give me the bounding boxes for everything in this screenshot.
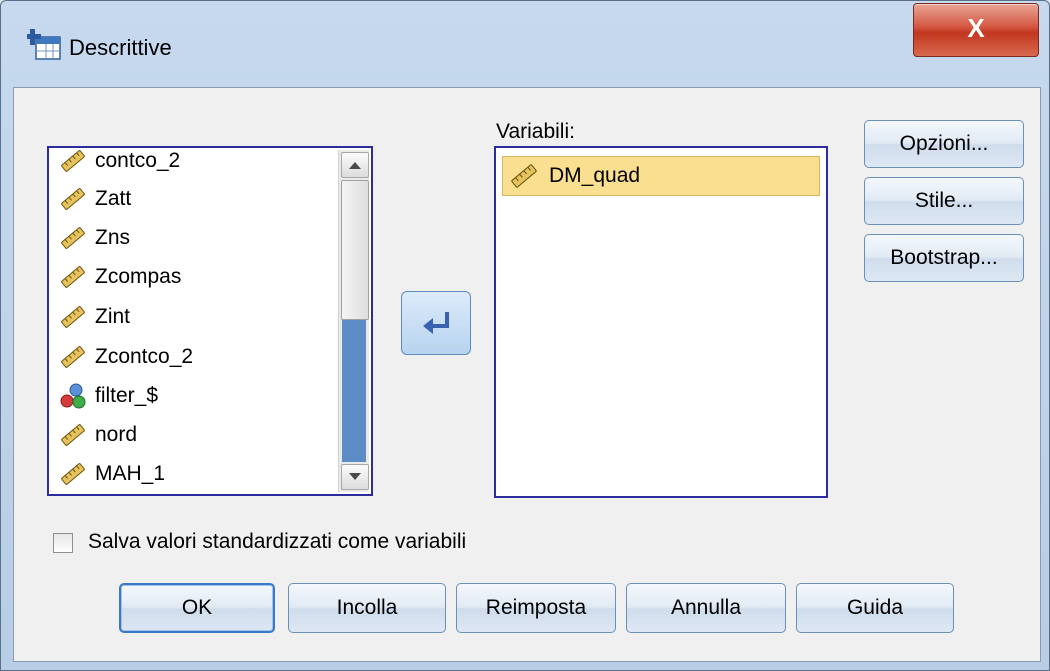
list-item-label: Zcompas xyxy=(95,265,182,288)
scale-ruler-icon xyxy=(61,227,85,249)
scale-ruler-icon xyxy=(61,188,85,210)
bootstrap-button[interactable]: Bootstrap... xyxy=(864,234,1024,282)
target-variable-list[interactable]: DM_quad xyxy=(494,146,828,498)
source-variable-list[interactable]: contco_2 Zatt Zns Zcompas Zint Zcontco_2… xyxy=(47,146,373,496)
save-standardized-label: Salva valori standardizzati come variabi… xyxy=(88,530,467,553)
nominal-balls-icon xyxy=(60,383,86,409)
list-item[interactable]: Zcompas xyxy=(59,258,181,296)
arrow-down-icon xyxy=(349,473,361,480)
scroll-down-button[interactable] xyxy=(341,464,369,490)
vertical-scrollbar[interactable] xyxy=(338,150,369,492)
paste-button[interactable]: Incolla xyxy=(288,583,446,633)
options-button[interactable]: Opzioni... xyxy=(864,120,1024,168)
save-standardized-checkbox[interactable] xyxy=(53,533,73,553)
list-item[interactable]: MAH_1 xyxy=(59,455,165,493)
descriptives-app-icon xyxy=(27,29,61,60)
scale-ruler-icon xyxy=(61,424,85,446)
scroll-thumb[interactable] xyxy=(341,180,369,320)
list-item-label: Zns xyxy=(95,226,131,249)
list-item-label: Zint xyxy=(95,305,131,328)
list-item-label: nord xyxy=(95,423,138,446)
list-item-label: Zcontco_2 xyxy=(95,345,194,368)
list-item-label: contco_2 xyxy=(95,149,181,172)
curved-arrow-left-icon xyxy=(423,312,449,334)
close-button[interactable]: X xyxy=(913,3,1039,57)
list-item-label: filter_$ xyxy=(95,384,159,407)
scale-ruler-icon xyxy=(61,346,85,368)
selected-variable-item[interactable]: DM_quad xyxy=(502,156,820,196)
style-button[interactable]: Stile... xyxy=(864,177,1024,225)
scale-ruler-icon xyxy=(61,306,85,328)
title-bar[interactable]: Descrittive X xyxy=(1,1,1049,87)
scale-ruler-icon xyxy=(61,266,85,288)
list-item-label: DM_quad xyxy=(549,164,641,187)
move-variable-button[interactable] xyxy=(401,291,471,355)
list-item[interactable]: filter_$ xyxy=(59,377,158,415)
help-button[interactable]: Guida xyxy=(796,583,954,633)
scroll-up-button[interactable] xyxy=(341,152,369,178)
list-item[interactable]: Zatt xyxy=(59,180,131,218)
list-item[interactable]: Zint xyxy=(59,298,130,336)
scale-ruler-icon xyxy=(511,164,537,188)
list-item-label: Zatt xyxy=(95,187,132,210)
list-item-label: MAH_1 xyxy=(95,462,166,485)
cancel-button[interactable]: Annulla xyxy=(626,583,786,633)
arrow-up-icon xyxy=(349,162,361,169)
list-item[interactable]: nord xyxy=(59,416,137,454)
scale-ruler-icon xyxy=(61,150,85,172)
reset-button[interactable]: Reimposta xyxy=(456,583,616,633)
list-item[interactable]: Zcontco_2 xyxy=(59,338,193,376)
scale-ruler-icon xyxy=(61,463,85,485)
variables-label: Variabili: xyxy=(496,120,575,143)
ok-button[interactable]: OK xyxy=(119,583,275,633)
list-item[interactable]: contco_2 xyxy=(59,148,181,180)
dialog-title: Descrittive xyxy=(69,35,172,60)
list-item[interactable]: Zns xyxy=(59,219,130,257)
scroll-track[interactable] xyxy=(342,320,366,462)
